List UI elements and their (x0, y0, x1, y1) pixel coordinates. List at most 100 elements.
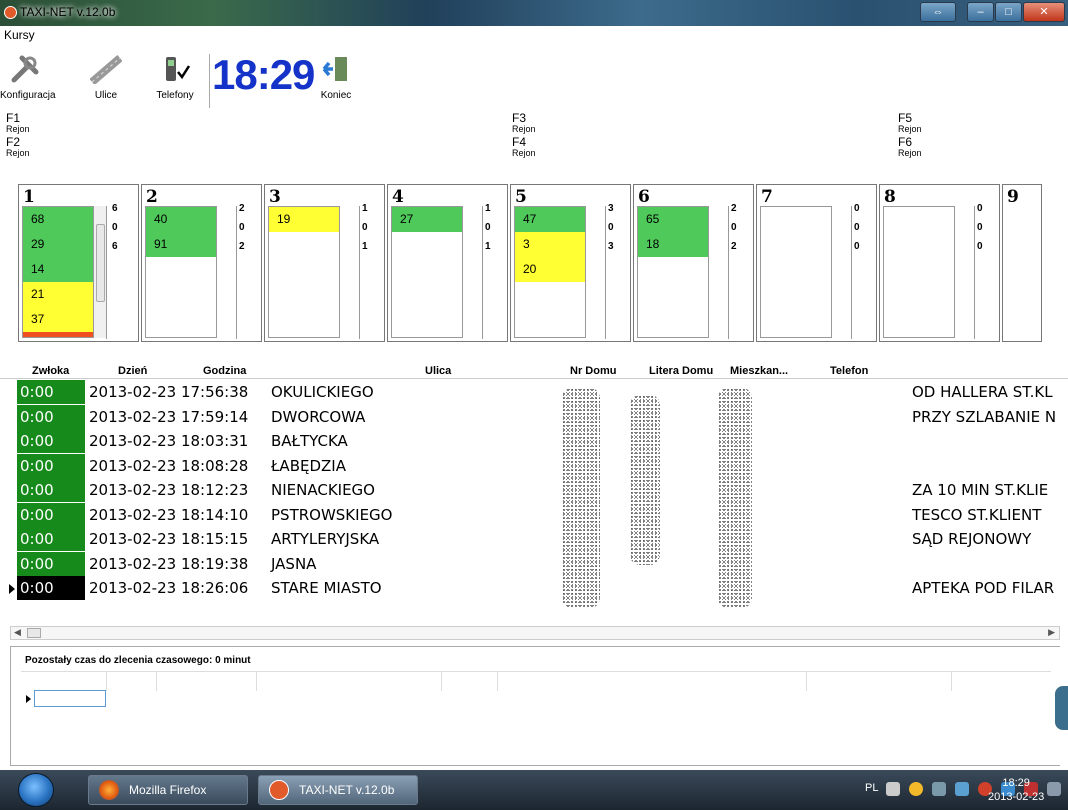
horizontal-scrollbar[interactable]: ◀ ▶ (10, 626, 1060, 640)
fkey-f6[interactable]: F6 Rejon (898, 136, 922, 159)
region-car-list[interactable]: 47 3 20 (514, 206, 586, 338)
car-item[interactable]: 40 (146, 207, 216, 232)
region-count: 2 (731, 241, 737, 252)
language-indicator[interactable]: PL (865, 782, 878, 794)
konfiguracja-button[interactable]: Konfiguracja (0, 52, 56, 101)
region-number: 1 (23, 187, 35, 207)
car-item[interactable]: 91 (146, 232, 216, 257)
cell-ulica: BAŁTYCKA (271, 432, 348, 450)
tray-network-icon[interactable] (932, 782, 946, 796)
region-number: 4 (392, 187, 404, 207)
car-item[interactable]: 21 (23, 282, 93, 307)
region-car-list[interactable]: 40 91 (145, 206, 217, 338)
side-tab-button[interactable] (1055, 686, 1068, 730)
region-9[interactable]: 9 (1002, 184, 1042, 342)
table-row[interactable]: 0:00 2013-02-23 18:26:06 STARE MIASTO APTEK… (0, 576, 1068, 601)
table-row[interactable]: 0:00 2013-02-23 18:15:15 ARTYLERYJSKA SĄD R… (0, 527, 1068, 552)
table-row[interactable]: 0:00 2013-02-23 18:19:38 JASNA (0, 551, 1068, 577)
region-2[interactable]: 2 40 91 2 0 2 (141, 184, 262, 342)
col-nr-domu[interactable]: Nr Domu (570, 365, 616, 377)
tray-tool-icon[interactable] (955, 782, 969, 796)
cell-zwloka: 0:00 (17, 576, 85, 601)
swap-icon[interactable]: ⇔ (920, 2, 956, 22)
car-item[interactable]: 20 (515, 257, 585, 282)
region-8[interactable]: 8 0 0 0 (879, 184, 1000, 342)
close-button[interactable]: ✕ (1023, 2, 1065, 22)
col-ulica[interactable]: Ulica (425, 365, 451, 377)
fkey-f4[interactable]: F4 Rejon (512, 136, 536, 159)
car-item[interactable]: 47 (515, 207, 585, 232)
scroll-left-icon[interactable]: ◀ (14, 627, 21, 638)
region-1[interactable]: 1 68 29 14 21 37 6 0 6 (18, 184, 139, 342)
start-button[interactable] (18, 773, 54, 807)
col-telefon[interactable]: Telefon (830, 365, 868, 377)
region-car-list[interactable] (760, 206, 832, 338)
koniec-label: Koniec (320, 90, 352, 101)
fkey-f5[interactable]: F5 Rejon (898, 111, 922, 135)
phone-icon (158, 52, 192, 86)
car-item[interactable]: 14 (23, 257, 93, 282)
region-count: 0 (977, 222, 983, 233)
region-car-list[interactable]: 27 (391, 206, 463, 338)
car-item[interactable]: 29 (23, 232, 93, 257)
col-godzina[interactable]: Godzina (203, 365, 246, 377)
telefony-button[interactable]: Telefony (150, 52, 200, 101)
region-car-list[interactable]: 19 (268, 206, 340, 338)
car-item[interactable]: 19 (269, 207, 339, 232)
tray-keyboard-icon[interactable] (886, 782, 900, 796)
scheduled-edit-cell[interactable] (34, 690, 106, 707)
region-5[interactable]: 5 47 3 20 3 0 3 (510, 184, 631, 342)
ulice-button[interactable]: Ulice (86, 52, 126, 101)
tray-monitor-icon[interactable] (1047, 782, 1061, 796)
region-divider (482, 206, 483, 339)
menu-kursy[interactable]: Kursy (4, 28, 35, 42)
car-item[interactable]: 3 (515, 232, 585, 257)
tray-clock[interactable]: 18:29 2013-02-23 (988, 776, 1044, 804)
tray-messenger-icon[interactable] (909, 782, 923, 796)
table-row[interactable]: 0:00 2013-02-23 18:08:28 ŁABĘDZIA (0, 453, 1068, 479)
scroll-thumb[interactable] (27, 628, 41, 638)
col-litera-domu[interactable]: Litera Domu (649, 365, 713, 377)
region-6[interactable]: 6 65 18 2 0 2 (633, 184, 754, 342)
region-4[interactable]: 4 27 1 0 1 (387, 184, 508, 342)
region-scrollbar[interactable] (93, 206, 107, 338)
grid-divider (951, 671, 952, 691)
table-row[interactable]: 0:00 2013-02-23 18:14:10 PSTROWSKIEGO TESCO… (0, 502, 1068, 528)
car-item[interactable]: 37 (23, 307, 93, 332)
region-car-list[interactable] (883, 206, 955, 338)
fkey-rejon: Rejon (898, 124, 922, 134)
cell-note: PRZY SZLABANIE N (912, 407, 1057, 426)
koniec-button[interactable]: Koniec (312, 52, 360, 101)
col-dzien[interactable]: Dzień (118, 365, 147, 377)
region-7[interactable]: 7 0 0 0 (756, 184, 877, 342)
region-scroll-thumb[interactable] (96, 224, 105, 302)
col-zwloka[interactable]: Zwłoka (32, 365, 69, 377)
car-item[interactable]: 65 (638, 207, 708, 232)
region-car-list[interactable]: 65 18 (637, 206, 709, 338)
car-item[interactable] (23, 332, 93, 337)
col-mieszkanie[interactable]: Mieszkan... (730, 365, 788, 377)
table-row[interactable]: 0:00 2013-02-23 18:03:31 BAŁTYCKA (0, 429, 1068, 454)
region-count: 0 (112, 222, 118, 233)
fkey-f3[interactable]: F3 Rejon (512, 112, 536, 135)
scroll-right-icon[interactable]: ▶ (1048, 627, 1055, 638)
cell-datetime: 2013-02-23 18:03:31 (89, 432, 249, 450)
region-3[interactable]: 3 19 1 0 1 (264, 184, 385, 342)
fkey-label: F5 (898, 111, 913, 125)
maximize-button[interactable]: □ (995, 2, 1022, 22)
taskbar-firefox[interactable]: Mozilla Firefox (88, 775, 248, 805)
scheduled-orders-panel: Pozostały czas do zlecenia czasowego: 0 … (10, 646, 1060, 766)
car-item[interactable]: 18 (638, 232, 708, 257)
fkey-f1[interactable]: F1 Rejon (6, 112, 30, 135)
fkey-f2[interactable]: F2 Rejon (6, 136, 30, 159)
taskbar-taxinet[interactable]: TAXI-NET v.12.0b (258, 775, 418, 805)
minimize-button[interactable]: – (967, 2, 994, 22)
table-row[interactable]: 0:00 2013-02-23 18:12:23 NIENACKIEGO ZA 10 … (0, 478, 1068, 503)
table-row[interactable]: 0:00 2013-02-23 17:59:14 DWORCOWA PRZY SZLA… (0, 404, 1068, 430)
car-item[interactable]: 27 (392, 207, 462, 232)
firefox-icon (99, 780, 119, 800)
region-car-list[interactable]: 68 29 14 21 37 (22, 206, 94, 338)
cell-note: APTEKA POD FILAR (912, 579, 1055, 597)
car-item[interactable]: 68 (23, 207, 93, 232)
table-row[interactable]: 0:00 2013-02-23 17:56:38 OKULICKIEGO OD HAL… (0, 380, 1068, 405)
